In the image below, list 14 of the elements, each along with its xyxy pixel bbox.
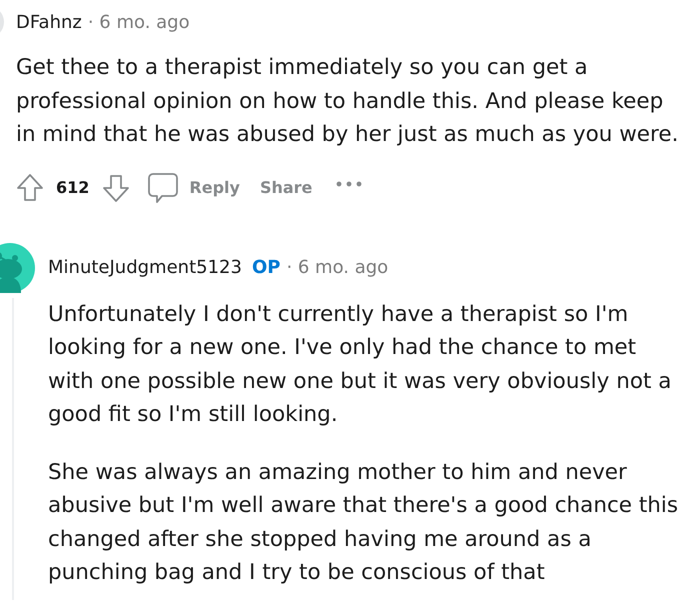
comment-text: She was always an amazing mother to him and never abusive but I'm well aware that there's a good chance this changed after she stopped having me around as a punching bag and I try to be conscious of that: [48, 458, 680, 587]
speech-bubble-icon: [147, 172, 180, 204]
avatar-icon: [0, 242, 35, 292]
username[interactable]: DFahnz: [16, 12, 82, 32]
op-label: OP: [252, 257, 280, 278]
vote-count: 612: [56, 178, 90, 197]
username[interactable]: MinuteJudgment5123: [48, 257, 242, 278]
comment-text: Get thee to a therapist immediately so you can get a professional opinion on how to handle this. And please keep in mind that he was abused by her just as much as you were.: [16, 54, 680, 149]
more-options-icon[interactable]: [336, 180, 362, 186]
comment-text: Unfortunately I don't currently have a therapist so I'm looking for a new one. I've only had the chance to met with one possible new one but it was very obviously not a good fit so I'm still looking.: [48, 300, 672, 429]
arrow-up-icon[interactable]: [16, 172, 44, 202]
timestamp: · 6 mo. ago: [286, 257, 388, 278]
arrow-down-icon[interactable]: [102, 172, 130, 202]
timestamp: · 6 mo. ago: [88, 12, 190, 32]
